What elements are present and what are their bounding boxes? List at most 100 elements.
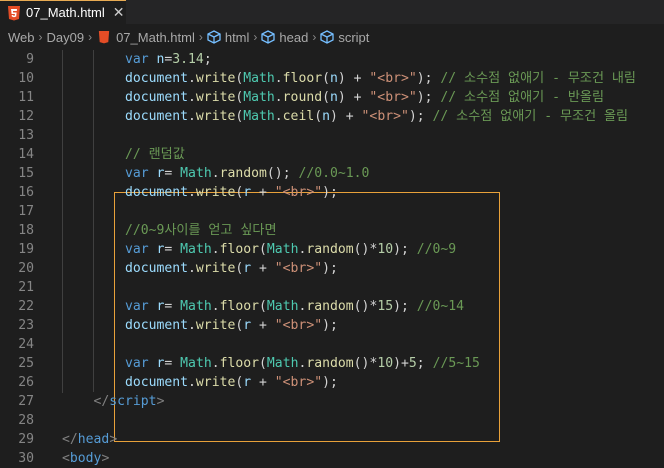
code-line: 23 document.write(r + "<br>");: [0, 316, 664, 335]
line-number: 26: [18, 375, 34, 390]
line-number: 20: [18, 261, 34, 276]
code-token: >: [156, 394, 165, 409]
code-token: document: [124, 185, 189, 200]
breadcrumb-item[interactable]: Day09: [47, 30, 85, 45]
line-number: 24: [18, 337, 34, 352]
code-token: Math: [266, 242, 299, 257]
line-number: 11: [18, 90, 34, 105]
indent-guide: [93, 50, 94, 392]
code-token: var: [124, 52, 149, 67]
code-token: ;: [203, 52, 212, 67]
breadcrumb-item[interactable]: head: [261, 30, 308, 45]
line-number: 13: [18, 128, 34, 143]
close-icon[interactable]: ✕: [113, 4, 125, 21]
code-text: var r= Math.floor(Math.random()*15); //0…: [125, 297, 464, 316]
code-token: floor: [219, 242, 260, 257]
code-token: 10: [377, 242, 394, 257]
code-token: document: [124, 261, 189, 276]
code-token: .: [211, 242, 220, 257]
line-number: 29: [18, 432, 34, 447]
code-token: write: [195, 375, 236, 390]
code-token: .: [188, 185, 196, 200]
breadcrumb-item[interactable]: script: [320, 30, 369, 45]
breadcrumb-item[interactable]: Web: [8, 30, 35, 45]
indent-guide: [62, 50, 63, 393]
breadcrumb-label: Day09: [46, 29, 85, 45]
code-token: +: [251, 375, 275, 390]
code-line: 11 document.write(Math.round(n) + "<br>")…: [0, 88, 664, 107]
code-token: =: [164, 242, 181, 257]
code-token: var: [124, 242, 149, 257]
code-text: // 랜덤값: [125, 145, 185, 164]
code-token: n: [322, 109, 330, 124]
code-token: ()*: [353, 356, 378, 371]
breadcrumb-item[interactable]: 07_Math.html: [96, 29, 195, 45]
code-line: 10 document.write(Math.floor(n) + "<br>")…: [0, 69, 664, 88]
code-token: Math: [180, 166, 212, 181]
code-line: 17: [0, 202, 664, 221]
code-editor[interactable]: 9 var n=3.14; 10 document.write(Math.floor(…: [0, 50, 664, 466]
code-token: random: [219, 166, 267, 181]
code-text: document.write(r + "<br>");: [125, 259, 338, 278]
code-token: round: [282, 90, 323, 105]
code-token: // 소수점 없애기 - 무조건 내림: [440, 71, 636, 86]
code-token: );: [416, 90, 441, 105]
code-token: write: [195, 90, 236, 105]
code-text: //0~9사이를 얻고 싶다면: [125, 221, 277, 240]
code-token: // 랜덤값: [124, 147, 185, 162]
code-token: .: [188, 109, 196, 124]
symbol-cube-icon: [320, 30, 334, 44]
code-token: >: [101, 451, 110, 466]
code-token: .: [211, 166, 220, 181]
code-token: document: [124, 375, 189, 390]
code-line: 28: [0, 411, 664, 430]
code-token: </: [62, 432, 78, 447]
code-token: "<br>": [369, 90, 417, 105]
code-token: floor: [282, 71, 323, 86]
code-token: );: [322, 261, 338, 276]
breadcrumb-label: head: [279, 29, 309, 45]
code-token: );: [322, 318, 338, 333]
code-text: document.write(Math.ceil(n) + "<br>"); /…: [125, 107, 628, 126]
line-number: 25: [18, 356, 34, 371]
code-token: +: [251, 185, 275, 200]
code-token: //5~15: [432, 356, 480, 371]
code-line: 27 </script>: [0, 392, 664, 411]
code-token: .: [274, 90, 283, 105]
line-number: 15: [18, 166, 34, 181]
code-token: var: [124, 299, 149, 314]
code-line: 12 document.write(Math.ceil(n) + "<br>");…: [0, 107, 664, 126]
chevron-right-icon: ›: [88, 30, 93, 44]
line-number: 18: [18, 223, 34, 238]
line-number: 17: [18, 204, 34, 219]
code-token: write: [195, 318, 236, 333]
code-token: Math: [180, 242, 212, 257]
code-token: // 소수점 없애기 - 무조건 올림: [432, 109, 629, 124]
code-token: "<br>": [274, 375, 323, 390]
code-token: write: [195, 71, 236, 86]
code-token: +: [251, 318, 275, 333]
code-token: var: [124, 166, 149, 181]
code-token: r: [243, 375, 252, 390]
chevron-right-icon: ›: [253, 30, 258, 44]
code-token: );: [393, 299, 417, 314]
code-token: =: [164, 166, 181, 181]
code-token: (: [259, 299, 267, 314]
code-token: ()*: [353, 299, 378, 314]
code-token: //0~9: [416, 242, 457, 257]
tab-07-math-html[interactable]: 07_Math.html ✕: [0, 0, 126, 24]
code-line: 21: [0, 278, 664, 297]
code-token: );: [408, 109, 433, 124]
chevron-right-icon: ›: [38, 30, 43, 44]
code-token: >: [109, 432, 118, 447]
code-line: 18 //0~9사이를 얻고 싶다면: [0, 221, 664, 240]
code-token: );: [322, 185, 338, 200]
line-number: 28: [18, 413, 34, 428]
code-token: Math: [266, 299, 299, 314]
breadcrumb-item[interactable]: html: [207, 29, 250, 45]
symbol-cube-icon: [261, 30, 276, 44]
code-token: </: [93, 394, 110, 409]
breadcrumb-label: html: [224, 29, 250, 45]
code-token: .: [211, 356, 220, 371]
